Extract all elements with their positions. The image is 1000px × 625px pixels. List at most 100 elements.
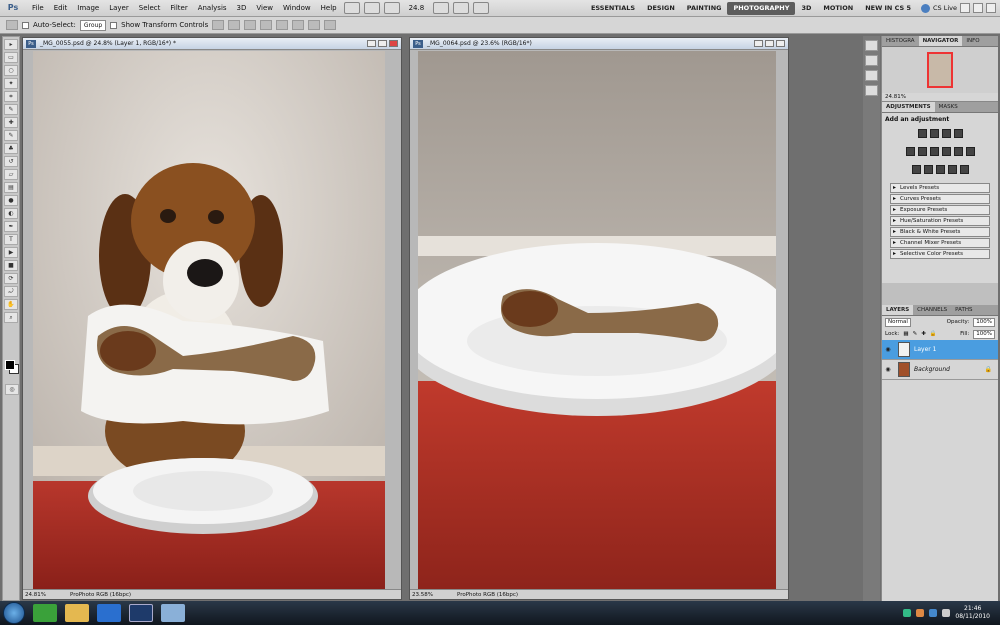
start-button[interactable]	[3, 602, 25, 624]
document-1-close-icon[interactable]	[389, 40, 398, 47]
menu-filter[interactable]: Filter	[165, 0, 192, 17]
tab-channels[interactable]: CHANNELS	[913, 305, 951, 315]
gradient-tool-icon[interactable]: ▤	[4, 182, 18, 193]
shape-tool-icon[interactable]: ■	[4, 260, 18, 271]
align-left-icon[interactable]	[260, 20, 273, 30]
3d-rotate-tool-icon[interactable]: ⟳	[4, 273, 18, 284]
photoshop-taskbar-icon[interactable]	[129, 604, 153, 622]
actions-panel-icon[interactable]	[865, 55, 878, 66]
cs-live-button[interactable]: CS Live	[920, 3, 957, 13]
levels-icon[interactable]	[929, 129, 939, 138]
auto-select-dropdown[interactable]: Group	[79, 19, 107, 31]
menu-image[interactable]: Image	[72, 0, 104, 17]
tab-histogram[interactable]: HISTOGRA	[882, 36, 919, 46]
menu-layer[interactable]: Layer	[104, 0, 134, 17]
history-panel-icon[interactable]	[865, 40, 878, 51]
tab-layers[interactable]: LAYERS	[882, 305, 914, 315]
volume-icon[interactable]	[942, 609, 951, 617]
network-icon[interactable]	[929, 609, 938, 617]
align-top-icon[interactable]	[212, 20, 225, 30]
navigator-zoom[interactable]: 24.81%	[885, 94, 906, 100]
document-1-canvas[interactable]	[33, 51, 385, 589]
clone-source-panel-icon[interactable]	[865, 85, 878, 96]
close-button[interactable]	[986, 3, 996, 13]
document-2-canvas[interactable]	[418, 51, 776, 589]
dodge-tool-icon[interactable]: ◐	[4, 208, 18, 219]
marquee-tool-icon[interactable]: ▭	[4, 52, 18, 63]
workspace-new-in-cs5[interactable]: NEW IN CS 5	[859, 2, 917, 15]
preset-black-white[interactable]: Black & White Presets	[890, 227, 990, 237]
workspace-3d[interactable]: 3D	[795, 2, 817, 15]
document-1-titlebar[interactable]: Ps _MG_0055.psd @ 24.8% (Layer 1, RGB/16…	[23, 38, 401, 50]
lasso-tool-icon[interactable]: ○	[4, 65, 18, 76]
quick-mask-icon[interactable]: ◎	[5, 384, 19, 395]
clock[interactable]: 21:46 08/11/2010	[955, 605, 990, 621]
preset-selective-color[interactable]: Selective Color Presets	[890, 249, 990, 259]
channel-mixer-icon[interactable]	[965, 147, 975, 156]
tab-navigator[interactable]: NAVIGATOR	[918, 36, 963, 46]
screen-mode-icon[interactable]	[473, 2, 490, 14]
media-player-taskbar-icon[interactable]	[97, 604, 121, 622]
quick-select-tool-icon[interactable]: ✦	[4, 78, 18, 89]
tab-masks[interactable]: MASKS	[935, 102, 962, 112]
distribute-icon[interactable]	[308, 20, 321, 30]
align-right-icon[interactable]	[292, 20, 305, 30]
preset-curves[interactable]: Curves Presets	[890, 194, 990, 204]
bridge-icon[interactable]	[343, 2, 360, 14]
mini-bridge-icon[interactable]	[363, 2, 380, 14]
hand-tool-icon[interactable]	[383, 2, 400, 14]
brightness-contrast-icon[interactable]	[917, 129, 927, 138]
auto-select-checkbox[interactable]	[22, 21, 29, 29]
show-transform-checkbox[interactable]	[110, 21, 118, 29]
timeline-panel-icon[interactable]	[865, 70, 878, 81]
minimize-button[interactable]	[960, 3, 970, 13]
zoom-level[interactable]: 24.8	[406, 4, 428, 12]
lock-transparency-icon[interactable]: ▦	[903, 331, 908, 337]
lock-all-icon[interactable]: 🔒	[930, 331, 937, 337]
workspace-photography[interactable]: PHOTOGRAPHY	[727, 1, 796, 15]
posterize-icon[interactable]	[923, 165, 933, 174]
selective-color-icon[interactable]	[959, 165, 969, 174]
lock-pixels-icon[interactable]: ✎	[913, 331, 918, 337]
workspace-painting[interactable]: PAINTING	[681, 2, 728, 15]
healing-brush-tool-icon[interactable]: ✚	[4, 117, 18, 128]
history-brush-tool-icon[interactable]: ↺	[4, 156, 18, 167]
black-white-icon[interactable]	[941, 147, 951, 156]
preset-channel-mixer[interactable]: Channel Mixer Presets	[890, 238, 990, 248]
workspace-motion[interactable]: MOTION	[817, 2, 859, 15]
visibility-eye-icon[interactable]: ◉	[882, 366, 894, 373]
menu-3d[interactable]: 3D	[232, 0, 252, 17]
gradient-map-icon[interactable]	[947, 165, 957, 174]
menu-edit[interactable]: Edit	[49, 0, 73, 17]
explorer-taskbar-icon[interactable]	[65, 604, 89, 622]
document-2-close-icon[interactable]	[776, 40, 785, 47]
app-taskbar-icon[interactable]	[161, 604, 185, 622]
workspace-essentials[interactable]: ESSENTIALS	[585, 2, 641, 15]
menu-help[interactable]: Help	[316, 0, 342, 17]
preset-hue-saturation[interactable]: Hue/Saturation Presets	[890, 216, 990, 226]
tab-paths[interactable]: PATHS	[951, 305, 976, 315]
menu-file[interactable]: File	[27, 0, 49, 17]
visibility-eye-icon[interactable]: ◉	[882, 346, 894, 353]
navigator-thumbnail[interactable]	[927, 52, 953, 88]
document-1-minimize-icon[interactable]	[367, 40, 376, 47]
color-balance-icon[interactable]	[929, 147, 939, 156]
crop-tool-icon[interactable]: ⌗	[4, 91, 18, 102]
threshold-icon[interactable]	[935, 165, 945, 174]
path-selection-tool-icon[interactable]: ▶	[4, 247, 18, 258]
blend-mode-select[interactable]: Normal	[885, 317, 911, 327]
3d-orbit-tool-icon[interactable]: ⤾	[4, 286, 18, 297]
exposure-icon[interactable]	[953, 129, 963, 138]
restore-button[interactable]	[973, 3, 983, 13]
opacity-field[interactable]: 100%	[973, 317, 995, 327]
lock-position-icon[interactable]: ✚	[921, 331, 926, 337]
vibrance-icon[interactable]	[905, 147, 915, 156]
curves-icon[interactable]	[941, 129, 951, 138]
pen-tool-icon[interactable]: ✒	[4, 221, 18, 232]
document-2-minimize-icon[interactable]	[754, 40, 763, 47]
view-extras-icon[interactable]	[433, 2, 450, 14]
zoom-tool-icon[interactable]: ⌕	[4, 312, 18, 323]
menu-analysis[interactable]: Analysis	[193, 0, 232, 17]
document-2-profile[interactable]: ProPhoto RGB (16bpc)	[457, 592, 518, 598]
align-bottom-icon[interactable]	[244, 20, 257, 30]
